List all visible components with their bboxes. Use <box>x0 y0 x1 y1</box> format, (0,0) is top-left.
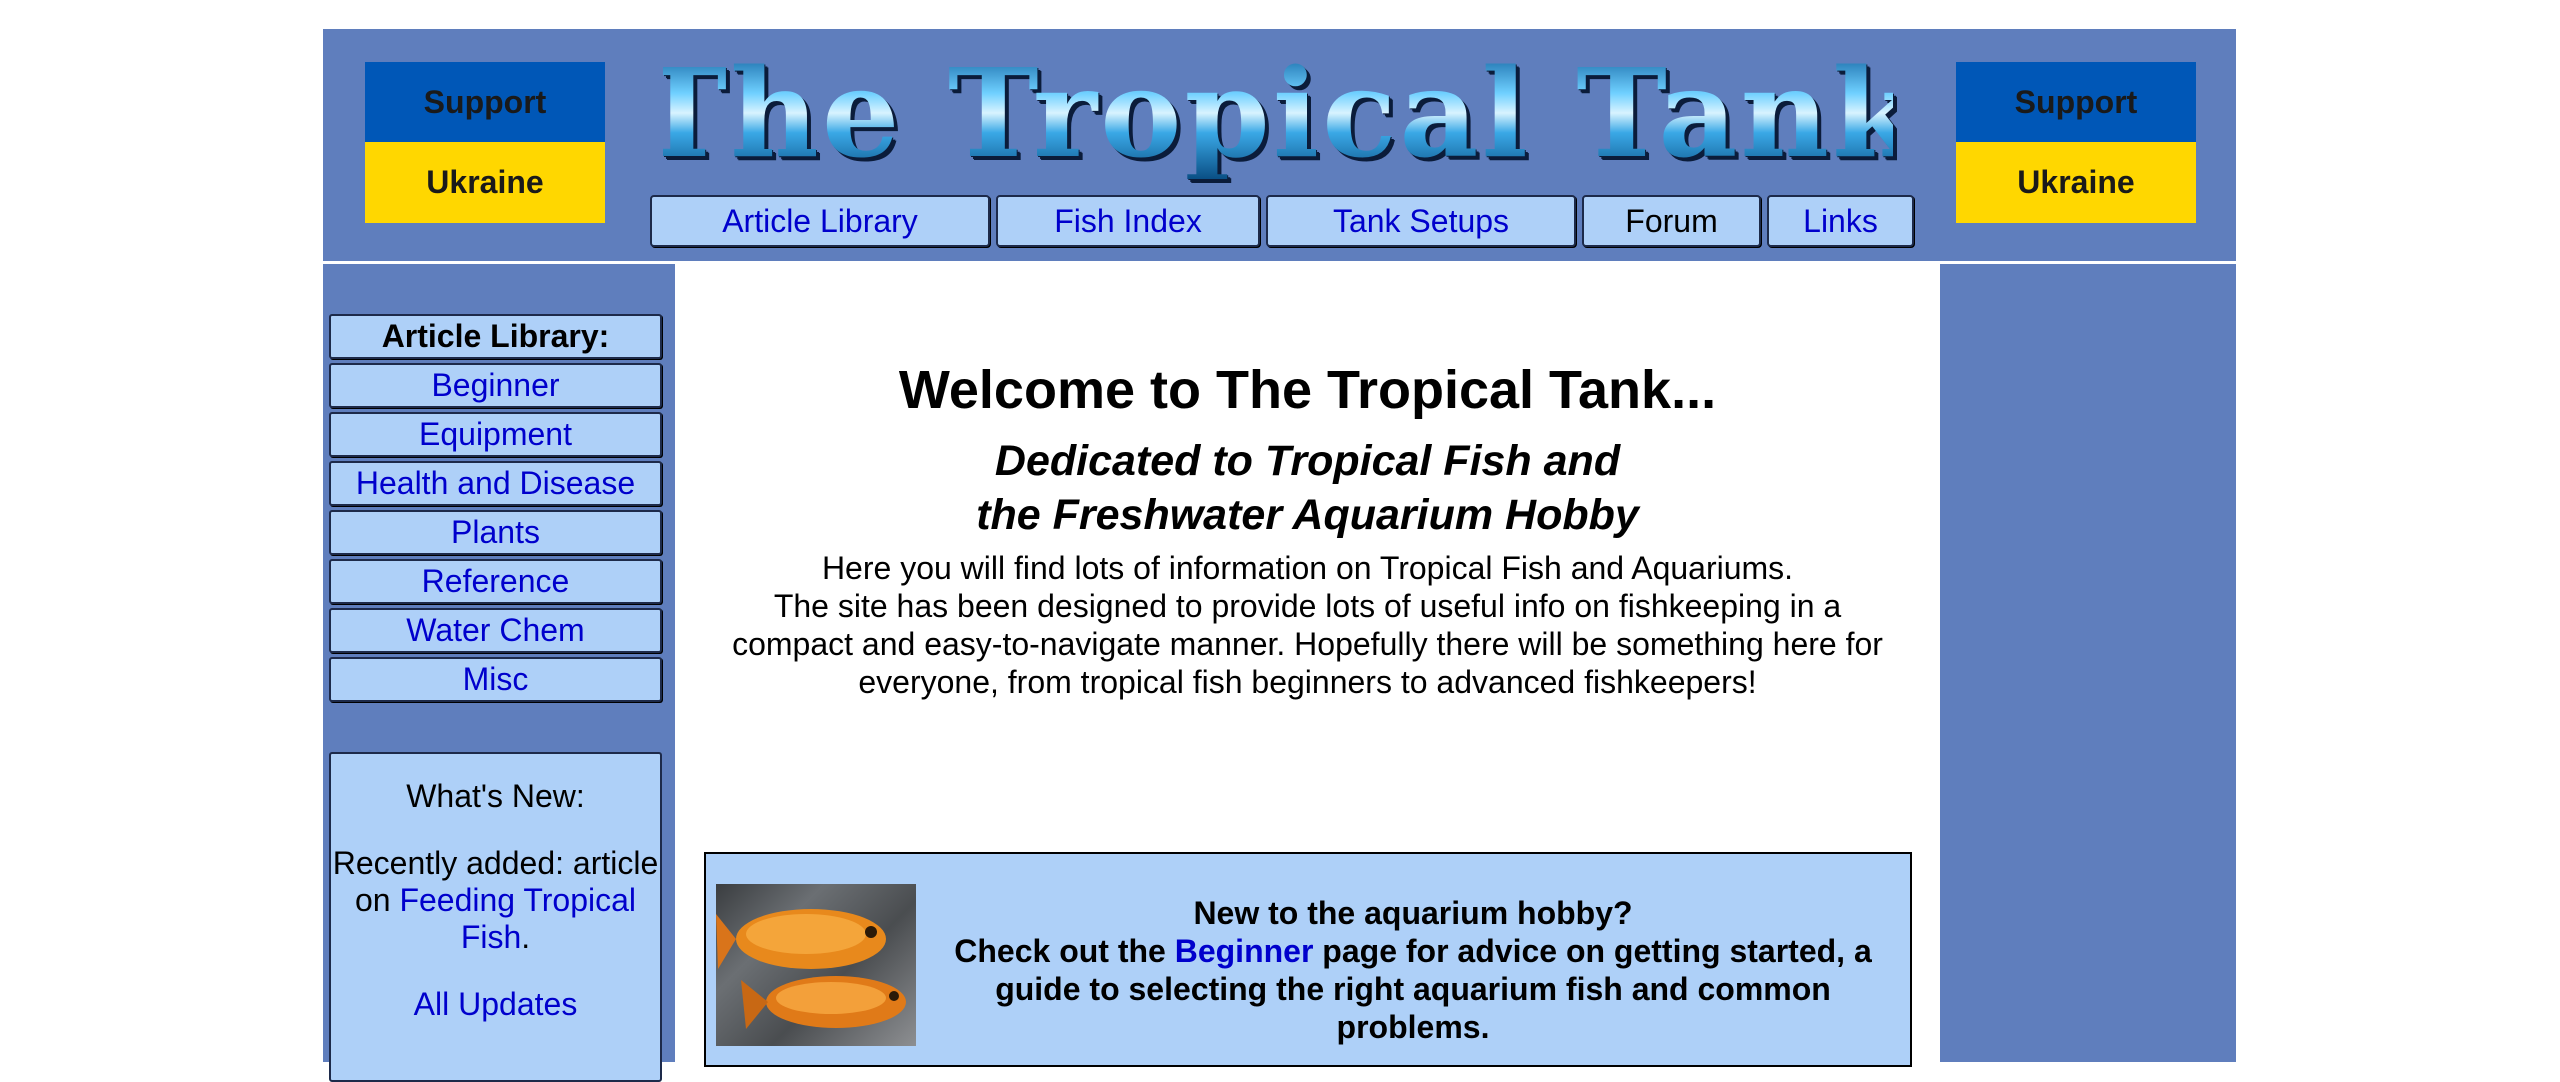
sidebar-item-plants[interactable]: Plants <box>329 510 662 555</box>
beginner-promo-box: New to the aquarium hobby? Check out the… <box>704 852 1912 1067</box>
top-navigation: Article Library Fish Index Tank Setups F… <box>650 195 1914 247</box>
intro-line-1: Here you will find lots of information o… <box>821 550 1794 586</box>
feeding-tropical-fish-link[interactable]: Feeding Tropical Fish <box>399 882 636 955</box>
main-content: Welcome to The Tropical Tank... Dedicate… <box>675 264 1940 1067</box>
sidebar-item-reference[interactable]: Reference <box>329 559 662 604</box>
nav-article-library[interactable]: Article Library <box>650 195 990 247</box>
intro-line-2: The site has been designed to provide lo… <box>732 588 1883 700</box>
page-title: Welcome to The Tropical Tank... <box>898 360 1717 420</box>
site-logo[interactable]: The Tropical Tank <box>636 41 1916 185</box>
support-ukraine-banner-left[interactable]: Support Ukraine <box>365 62 605 223</box>
sidebar-item-water-chem[interactable]: Water Chem <box>329 608 662 653</box>
page-frame: Support Ukraine The Tropical Tank Suppor… <box>323 29 2236 1082</box>
sidebar-item-health-and-disease[interactable]: Health and Disease <box>329 461 662 506</box>
all-updates-link[interactable]: All Updates <box>414 986 578 1022</box>
promo-prefix: Check out the <box>954 933 1166 969</box>
recent-update-suffix: . <box>521 919 531 955</box>
support-ukraine-banner-right[interactable]: Support Ukraine <box>1956 62 2196 223</box>
support-label: Support <box>365 62 605 142</box>
ukraine-label: Ukraine <box>1956 142 2196 223</box>
tagline-line-2: the Freshwater Aquarium Hobby <box>976 491 1639 539</box>
sidebar-heading: Article Library: <box>329 314 662 359</box>
nav-tank-setups[interactable]: Tank Setups <box>1266 195 1576 247</box>
recent-update: Recently added: article on Feeding Tropi… <box>331 845 660 956</box>
sidebar-item-beginner[interactable]: Beginner <box>329 363 662 408</box>
nav-links[interactable]: Links <box>1767 195 1914 247</box>
right-column <box>1940 264 2236 1062</box>
site-header: Support Ukraine The Tropical Tank Suppor… <box>323 29 2236 261</box>
nav-forum[interactable]: Forum <box>1582 195 1761 247</box>
whats-new-title: What's New: <box>406 778 585 814</box>
sidebar-article-library: Article Library: Beginner Equipment Heal… <box>329 314 662 706</box>
tagline-line-1: Dedicated to Tropical Fish and <box>994 437 1621 485</box>
support-label: Support <box>1956 62 2196 142</box>
promo-question: New to the aquarium hobby? <box>1193 895 1633 931</box>
intro-text: Here you will find lots of information o… <box>715 549 1900 701</box>
beginner-link[interactable]: Beginner <box>1175 933 1314 969</box>
tagline: Dedicated to Tropical Fish and the Fresh… <box>675 434 1940 542</box>
platy-fish-image <box>716 884 916 1046</box>
sidebar-item-equipment[interactable]: Equipment <box>329 412 662 457</box>
sidebar-item-misc[interactable]: Misc <box>329 657 662 702</box>
whats-new-box: What's New: Recently added: article on F… <box>329 752 662 1082</box>
nav-fish-index[interactable]: Fish Index <box>996 195 1260 247</box>
ukraine-label: Ukraine <box>365 142 605 223</box>
promo-text: New to the aquarium hobby? Check out the… <box>936 894 1890 1046</box>
